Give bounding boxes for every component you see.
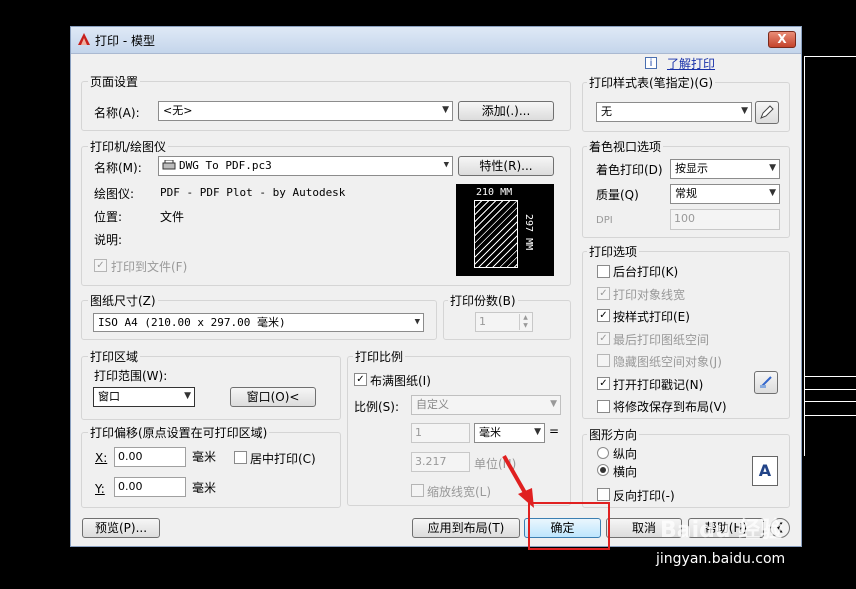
location-label: 位置: xyxy=(94,210,123,224)
plotter-label: 绘图仪: xyxy=(94,187,135,201)
preview-height: 297 MM xyxy=(523,214,534,251)
close-button[interactable]: X xyxy=(768,31,796,48)
info-icon: i xyxy=(645,57,657,69)
quality-label: 质量(Q) xyxy=(596,188,639,202)
fit-to-paper-checkbox[interactable]: ✓ xyxy=(354,373,367,386)
print-to-file-checkbox[interactable]: ✓ xyxy=(94,259,107,272)
plot-area-title: 打印区域 xyxy=(88,348,141,365)
paper-preview: 210 MM 297 MM xyxy=(456,184,554,276)
scale-unit-select[interactable]: 毫米 ▼ xyxy=(474,423,545,443)
dpi-input[interactable]: 100 xyxy=(670,209,780,230)
scale-select[interactable]: 自定义 ▼ xyxy=(411,395,561,415)
portrait-radio[interactable] xyxy=(597,447,609,459)
quality-select[interactable]: 常规 ▼ xyxy=(670,184,780,204)
scale-value2-input[interactable]: 3.217 xyxy=(411,452,470,472)
drawing-table xyxy=(804,376,856,428)
plot-option-label-2: 按样式打印(E) xyxy=(613,310,690,324)
stamp-brush-icon xyxy=(760,376,772,388)
offset-y-label: Y: xyxy=(95,482,105,496)
printer-properties-button[interactable]: 特性(R)... xyxy=(458,156,554,176)
scale-lineweights-label: 缩放线宽(L) xyxy=(427,485,492,499)
scale-value1-input[interactable]: 1 xyxy=(411,423,470,443)
reverse-plot-label: 反向打印(-) xyxy=(613,489,675,503)
print-to-file-label: 打印到文件(F) xyxy=(111,260,188,274)
plot-option-checkbox-1[interactable]: ✓ xyxy=(597,287,610,300)
offset-y-unit: 毫米 xyxy=(192,481,217,495)
window-title: 打印 - 模型 xyxy=(95,34,155,48)
page-setup-title: 页面设置 xyxy=(88,73,141,90)
offset-y-input[interactable]: 0.00 xyxy=(114,477,186,497)
copies-title: 打印份数(B) xyxy=(448,292,518,309)
plot-option-checkbox-2[interactable]: ✓ xyxy=(597,309,610,322)
plot-option-label-1: 打印对象线宽 xyxy=(613,288,686,302)
plot-options-title: 打印选项 xyxy=(587,243,640,260)
printer-name-label: 名称(M): xyxy=(94,161,142,175)
plot-scale-title: 打印比例 xyxy=(353,348,406,365)
plot-range-select[interactable]: 窗口 ▼ xyxy=(93,387,195,407)
offset-x-unit: 毫米 xyxy=(192,450,217,464)
plot-option-checkbox-4[interactable] xyxy=(597,354,610,367)
landscape-label: 横向 xyxy=(613,465,638,479)
plot-range-label: 打印范围(W): xyxy=(94,369,168,383)
edit-pen-icon xyxy=(760,105,774,119)
title-bar xyxy=(71,27,801,54)
page-setup-name-label: 名称(A): xyxy=(94,106,140,120)
plot-option-checkbox-3[interactable]: ✓ xyxy=(597,332,610,345)
plot-offset-title: 打印偏移(原点设置在可打印区域) xyxy=(88,424,270,441)
plot-style-select[interactable]: 无 ▼ xyxy=(596,102,752,122)
highlight-box xyxy=(528,502,610,550)
offset-x-label: X: xyxy=(95,451,108,465)
watermark-brand: Baidu 经验 xyxy=(660,518,783,543)
autocad-logo-icon xyxy=(78,33,90,45)
watermark-site: jingyan.baidu.com xyxy=(656,551,786,567)
window-select-button[interactable]: 窗口(O)< xyxy=(230,387,316,407)
scale-lineweights-checkbox[interactable] xyxy=(411,484,424,497)
center-plot-checkbox[interactable] xyxy=(234,451,247,464)
plotter-icon xyxy=(162,160,176,170)
plot-option-label-4: 隐藏图纸空间对象(J) xyxy=(613,355,722,369)
dpi-label: DPI xyxy=(596,215,613,226)
plotter-value: PDF - PDF Plot - by Autodesk xyxy=(160,186,346,199)
shaded-viewport-title: 着色视口选项 xyxy=(587,138,664,155)
shade-plot-select[interactable]: 按显示 ▼ xyxy=(670,159,780,179)
apply-to-layout-button[interactable]: 应用到布局(T) xyxy=(412,518,520,538)
preview-button[interactable]: 预览(P)... xyxy=(82,518,160,538)
location-value: 文件 xyxy=(160,210,185,224)
plot-option-label-6: 将修改保存到布局(V) xyxy=(613,400,727,414)
orientation-preview-icon: A xyxy=(752,456,778,486)
plot-style-title: 打印样式表(笔指定)(G) xyxy=(587,74,716,91)
printer-title: 打印机/绘图仪 xyxy=(88,138,169,155)
plot-option-label-3: 最后打印图纸空间 xyxy=(613,333,710,347)
preview-width: 210 MM xyxy=(476,187,513,198)
plot-option-checkbox-0[interactable] xyxy=(597,265,610,278)
plot-option-label-5: 打开打印戳记(N) xyxy=(613,378,704,392)
plot-option-checkbox-5[interactable]: ✓ xyxy=(597,377,610,390)
scale-equals: = xyxy=(549,424,560,438)
offset-x-input[interactable]: 0.00 xyxy=(114,447,186,467)
plot-stamp-settings-button[interactable] xyxy=(754,371,778,394)
plot-option-label-0: 后台打印(K) xyxy=(613,265,679,279)
plot-option-checkbox-6[interactable] xyxy=(597,400,610,413)
reverse-plot-checkbox[interactable] xyxy=(597,488,610,501)
portrait-label: 纵向 xyxy=(613,447,638,461)
annotation-arrow-icon xyxy=(502,455,534,508)
help-link[interactable]: 了解打印 xyxy=(667,55,715,72)
description-label: 说明: xyxy=(94,233,123,247)
page-setup-name-select[interactable]: <无> ▼ xyxy=(158,101,453,121)
edit-plot-style-button[interactable] xyxy=(755,101,779,124)
fit-to-paper-label: 布满图纸(I) xyxy=(370,374,431,388)
orientation-title: 图形方向 xyxy=(587,426,640,443)
copies-stepper[interactable]: 1 ▲ ▼ xyxy=(475,312,533,332)
scale-label: 比例(S): xyxy=(354,400,400,414)
printer-name-select[interactable]: DWG To PDF.pc3 ▼ xyxy=(158,156,453,176)
center-plot-label: 居中打印(C) xyxy=(250,452,316,466)
paper-size-select[interactable]: ISO A4 (210.00 x 297.00 毫米) ▼ xyxy=(93,313,424,332)
shade-plot-label: 着色打印(D) xyxy=(596,163,663,177)
landscape-radio[interactable] xyxy=(597,464,609,476)
paper-size-title: 图纸尺寸(Z) xyxy=(88,292,158,309)
add-page-setup-button[interactable]: 添加(.)... xyxy=(458,101,554,121)
paper-sheet xyxy=(474,200,518,268)
